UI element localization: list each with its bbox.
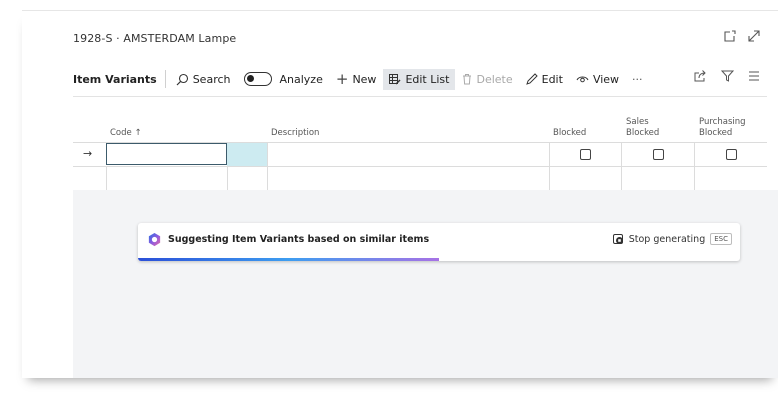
toolbar-right-actions: [694, 70, 760, 82]
code-cell[interactable]: [106, 167, 107, 190]
stop-generating-label: Stop generating: [628, 233, 706, 245]
delete-button[interactable]: Delete: [462, 72, 513, 86]
analyze-label: Analyze: [279, 72, 323, 86]
description-cell[interactable]: [267, 167, 268, 190]
purchasing-blocked-cell: [694, 167, 695, 190]
plus-icon: +: [335, 70, 349, 88]
copilot-message: Suggesting Item Variants based on simila…: [168, 234, 430, 245]
column-header-sales-line2: Blocked: [626, 128, 660, 138]
toolbar-divider: [73, 96, 767, 97]
copilot-icon: [148, 232, 161, 247]
purchasing-blocked-cell: [694, 143, 695, 166]
spacer-cell: [227, 167, 228, 190]
generation-progress-bar: [138, 258, 439, 261]
sales-blocked-cell: [621, 143, 622, 166]
blocked-cell: [549, 167, 550, 190]
page-title: 1928-S · AMSTERDAM Lampe: [73, 32, 237, 45]
eye-icon: [576, 76, 589, 83]
sales-blocked-cell: [621, 167, 622, 190]
list-title: Item Variants: [73, 72, 157, 86]
description-cell[interactable]: [267, 143, 268, 166]
toolbar-separator: [164, 70, 166, 88]
window-controls: [724, 30, 760, 42]
edit-list-icon: [389, 73, 401, 84]
trash-icon: [463, 74, 472, 85]
esc-shortcut-badge: ESC: [710, 233, 732, 245]
new-label: New: [352, 72, 377, 86]
stop-generating-button[interactable]: Stop generating ESC: [612, 233, 732, 245]
column-header-sales-blocked[interactable]: Sales Blocked: [626, 117, 659, 139]
column-header-purchasing-blocked[interactable]: Purchasing Blocked: [699, 117, 746, 139]
edit-list-button[interactable]: Edit List: [383, 68, 456, 90]
current-row-arrow-icon: →: [83, 147, 93, 160]
code-input[interactable]: [106, 143, 227, 165]
list-view-icon[interactable]: [748, 71, 760, 81]
item-variants-grid: Code ↑ Description Blocked Sales Blocked…: [73, 117, 767, 191]
stop-icon: [612, 233, 623, 244]
analyze-toggle[interactable]: Analyze: [243, 72, 323, 86]
more-options-button[interactable]: ···: [632, 73, 643, 86]
sales-blocked-checkbox[interactable]: [653, 149, 664, 160]
filter-icon[interactable]: [721, 70, 734, 82]
search-label: Search: [192, 72, 231, 86]
pencil-icon: [525, 73, 538, 85]
delete-label: Delete: [476, 72, 513, 86]
column-header-sales-line1: Sales: [626, 117, 649, 127]
purchasing-blocked-checkbox[interactable]: [726, 149, 737, 160]
search-button[interactable]: Search: [176, 73, 231, 86]
column-header-code[interactable]: Code ↑: [110, 128, 142, 139]
open-in-new-window-icon[interactable]: [724, 30, 736, 42]
column-header-description[interactable]: Description: [271, 128, 319, 139]
blocked-checkbox[interactable]: [580, 149, 591, 160]
toggle-switch[interactable]: [243, 72, 272, 86]
table-row[interactable]: [73, 166, 767, 191]
column-header-purchasing-line1: Purchasing: [699, 117, 746, 127]
action-toolbar: Item Variants Search Analyze + New Edit …: [73, 68, 656, 90]
blocked-cell: [549, 143, 550, 166]
view-label: View: [592, 72, 620, 86]
column-header-blocked[interactable]: Blocked: [553, 128, 586, 139]
grid-header: Code ↑ Description Blocked Sales Blocked…: [73, 117, 767, 142]
highlighted-cell: [227, 143, 267, 166]
page-card: 1928-S · AMSTERDAM Lampe Item Variants S…: [22, 10, 778, 378]
edit-list-label: Edit List: [405, 72, 450, 86]
view-button[interactable]: View: [576, 73, 619, 86]
empty-grid-area: [73, 190, 778, 378]
edit-button[interactable]: Edit: [525, 72, 563, 86]
copilot-generating-banner: Suggesting Item Variants based on simila…: [138, 223, 740, 261]
column-header-purchasing-line2: Blocked: [699, 128, 733, 138]
search-icon: [176, 73, 188, 85]
expand-icon[interactable]: [748, 30, 760, 42]
new-button[interactable]: + New: [335, 70, 377, 88]
table-row[interactable]: →: [73, 142, 767, 166]
edit-label: Edit: [541, 72, 563, 86]
top-border: [22, 10, 778, 11]
share-icon[interactable]: [694, 70, 707, 82]
